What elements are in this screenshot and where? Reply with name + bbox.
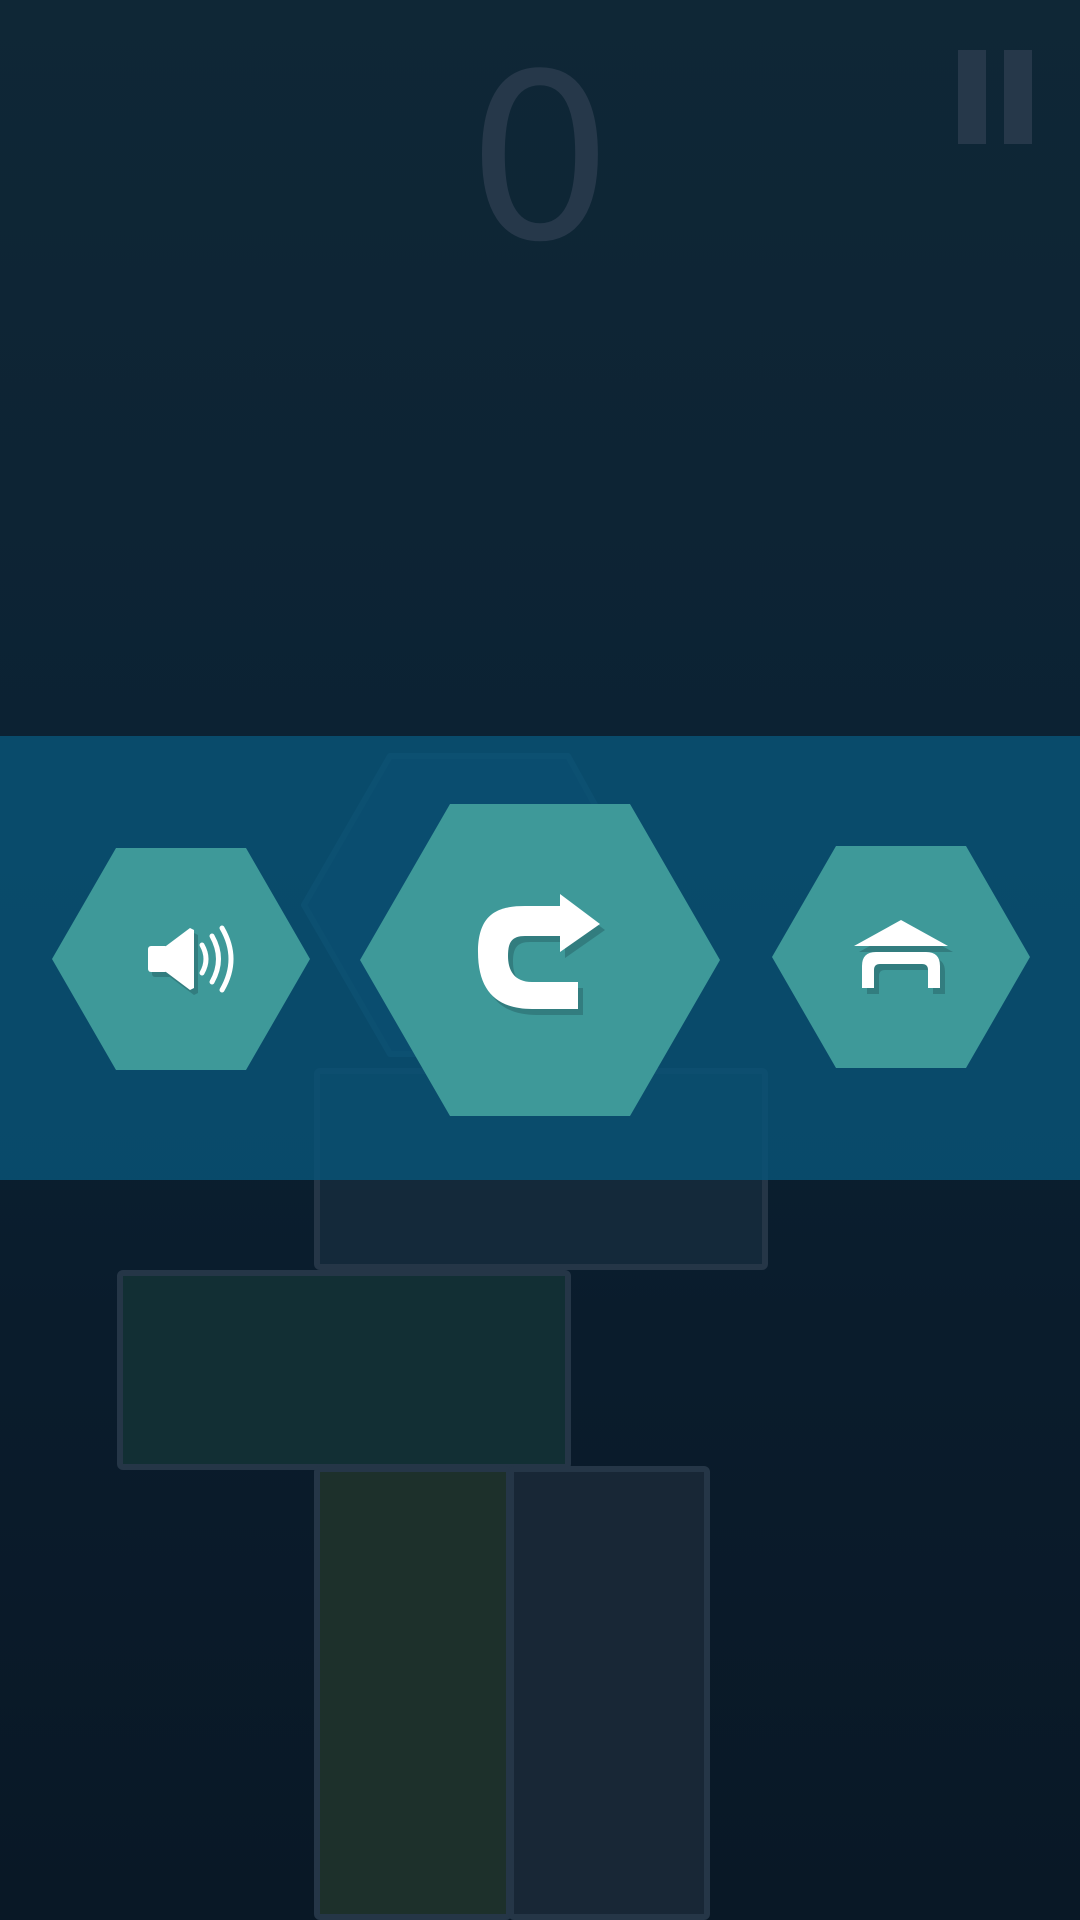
- pause-bar-left-icon: [958, 50, 986, 144]
- restart-button[interactable]: [360, 804, 720, 1116]
- sound-hexagon: [52, 848, 310, 1070]
- restart-hexagon: [360, 804, 720, 1116]
- sound-button[interactable]: [52, 848, 310, 1070]
- score-display: 0: [466, 26, 614, 293]
- pause-bar-right-icon: [1004, 50, 1032, 144]
- stack-block-slate: [508, 1466, 710, 1920]
- stack-block-olive: [314, 1466, 512, 1920]
- stack-block-green: [117, 1270, 571, 1470]
- home-button[interactable]: [772, 846, 1030, 1068]
- pause-button[interactable]: [958, 50, 1032, 144]
- home-hexagon: [772, 846, 1030, 1068]
